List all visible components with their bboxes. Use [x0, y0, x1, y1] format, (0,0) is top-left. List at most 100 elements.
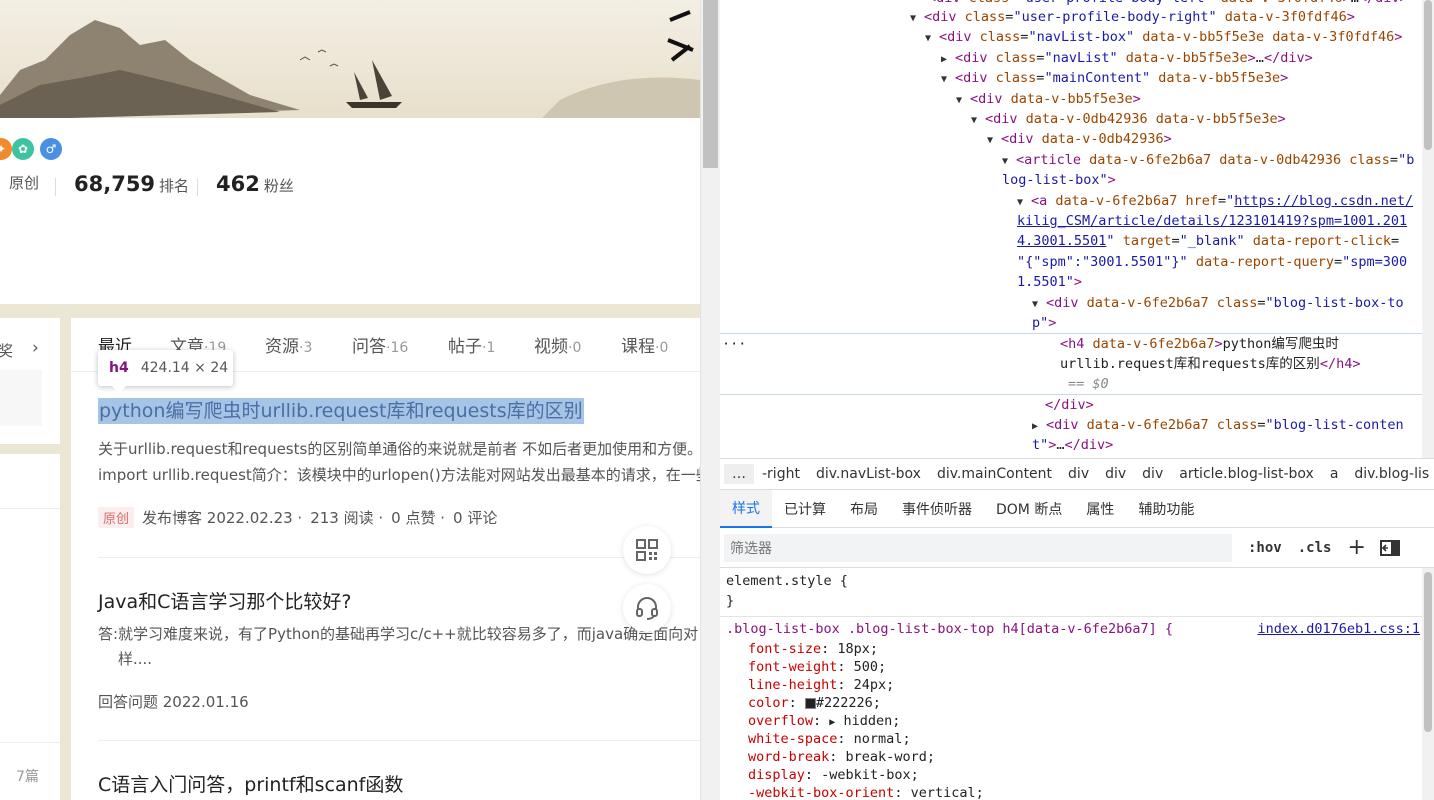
breadcrumb-item[interactable]: div — [1134, 466, 1171, 482]
breadcrumb-item[interactable]: article.blog-list-box — [1171, 466, 1322, 482]
breadcrumb-item[interactable]: div.navList-box — [808, 466, 929, 482]
new-rule-plus-icon[interactable]: + — [1347, 535, 1365, 560]
sidebar-card: 7篇 — [0, 454, 60, 800]
dom-node: 4.3001.5501" target="_blank" data-report… — [1017, 233, 1400, 249]
rule-close: } — [726, 593, 735, 609]
tab-accessibility[interactable]: 辅助功能 — [1126, 490, 1206, 528]
divider — [720, 616, 1422, 617]
article-summary: 关于urllib.request和requests的区别简单通俗的来说就是前者 … — [98, 440, 700, 458]
sidebar-card-label: 奖 — [0, 342, 14, 360]
tab-courses[interactable]: 课程·0 — [621, 332, 668, 357]
dom-node: t">…</div> — [1032, 437, 1114, 453]
css-property[interactable]: white-space: normal; — [748, 730, 911, 749]
article-meta: 回答问题 2022.01.16 — [98, 691, 249, 712]
css-property[interactable]: color: #222226; — [748, 694, 881, 713]
member-badge-icon: ✿ — [12, 138, 34, 160]
breadcrumb-item[interactable]: div — [1060, 466, 1097, 482]
dom-node: p"> — [1032, 315, 1057, 331]
h4-text-line: urllib.request库和requests库的区别</h4> — [1060, 356, 1361, 372]
gender-male-icon: ♂ — [40, 138, 62, 160]
toggle-sidebar-icon[interactable] — [1379, 539, 1400, 556]
dom-node[interactable]: ▼ <div data-v-0db42936> — [987, 129, 1172, 152]
h4-open-line: <h4 data-v-6fe2b6a7>python编写爬虫时 — [1060, 336, 1339, 352]
stat-rank: 68,759 排名 — [74, 172, 190, 196]
breadcrumb-item[interactable]: -right — [754, 466, 808, 482]
css-rule-selector[interactable]: .blog-list-box .blog-list-box-top h4[dat… — [726, 620, 1173, 639]
tab-event-listeners[interactable]: 事件侦听器 — [890, 490, 984, 528]
qrcode-icon — [636, 539, 658, 561]
css-property[interactable]: -webkit-box-orient: vertical; — [748, 784, 984, 800]
expand-triangle-icon[interactable]: ▶ — [829, 717, 835, 728]
customer-service-button[interactable] — [623, 584, 671, 632]
qrcode-button[interactable] — [623, 526, 671, 574]
article-title[interactable]: Java和C语言学习那个比较好? — [98, 587, 352, 614]
sidebar-card: 奖 › — [0, 318, 60, 444]
tab-properties[interactable]: 属性 — [1074, 490, 1126, 528]
css-property[interactable]: word-break: break-word; — [748, 748, 935, 767]
color-swatch[interactable] — [804, 697, 816, 709]
breadcrumb-more[interactable]: … — [724, 464, 754, 484]
styles-panel-tabs: 样式 已计算 布局 事件侦听器 DOM 断点 属性 辅助功能 — [720, 489, 1434, 528]
breadcrumb-item[interactable]: div.mainContent — [929, 466, 1060, 482]
tooltip-dimensions: 424.14 × 24 — [140, 360, 229, 376]
dom-node: kilig_CSM/article/details/123101419?spm=… — [1017, 213, 1408, 229]
tab-computed[interactable]: 已计算 — [772, 490, 838, 528]
dom-node: </div> — [1045, 397, 1094, 413]
breadcrumb-item[interactable]: div — [1097, 466, 1134, 482]
console-ref: == $0 — [1068, 376, 1109, 392]
breadcrumb-item[interactable]: div.blog-lis — [1346, 466, 1434, 482]
stylesheet-source-link[interactable]: index.d0176eb1.css:1 — [1257, 620, 1420, 639]
tab-qa[interactable]: 问答·16 — [352, 332, 408, 357]
devtools-panel: <div class="user-profile-body-left" data… — [720, 0, 1434, 800]
dom-node[interactable]: ▼ <div data-v-6fe2b6a7 class="blog-list-b… — [1032, 293, 1404, 316]
styles-filter-input[interactable] — [724, 533, 1232, 562]
css-property[interactable]: line-height: 24px; — [748, 676, 894, 695]
publish-date: 发布博客 2022.02.23 · — [142, 509, 303, 527]
css-property[interactable]: font-size: 18px; — [748, 640, 878, 659]
tab-dom-breakpoints[interactable]: DOM 断点 — [984, 490, 1074, 528]
hov-button[interactable]: :hov — [1248, 540, 1282, 556]
original-badge: 原创 — [98, 507, 135, 528]
article-summary: import urllib.request简介：该模块中的urlopen()方法… — [98, 466, 700, 484]
sidebar-count: 7篇 — [16, 769, 39, 785]
divider — [98, 740, 700, 741]
selected-dom-node[interactable]: ··· <h4 data-v-6fe2b6a7>python编写爬虫时 urll… — [720, 333, 1422, 395]
inspect-tooltip: h4 424.14 × 24 — [98, 350, 233, 393]
tab-resources[interactable]: 资源·3 — [265, 332, 312, 357]
stat-fans: 462 粉丝 — [216, 172, 294, 196]
comment-count: 0 评论 — [453, 509, 498, 527]
tab-videos[interactable]: 视频·0 — [534, 332, 581, 357]
stat-original: 原创 — [9, 174, 40, 192]
styles-scrollbar[interactable] — [1422, 568, 1434, 800]
answer-summary: 答:就学习难度来说，有了Python的基础再学习c/c++就比较容易多了，而ja… — [98, 625, 699, 643]
main-content: 最近 文章·19 资源·3 问答·16 帖子·1 视频·0 课程·0 — [71, 318, 700, 800]
elements-scrollbar[interactable] — [1422, 0, 1434, 458]
page-scrollbar[interactable] — [700, 0, 720, 800]
more-options-icon[interactable]: ··· — [722, 334, 746, 355]
article-meta: 原创 发布博客 2022.02.23 · 213 阅读 · 0 点赞 · 0 评… — [98, 507, 497, 528]
article-title[interactable]: C语言入门问答，printf和scanf函数 — [98, 770, 403, 797]
breadcrumb: … -right div.navList-box div.mainContent… — [720, 458, 1434, 490]
tab-styles[interactable]: 样式 — [720, 489, 772, 528]
element-style-rule[interactable]: element.style { — [726, 572, 848, 591]
like-count: 0 点赞 · — [391, 509, 446, 527]
sidebar-card-body — [0, 370, 42, 426]
breadcrumb-item[interactable]: a — [1322, 466, 1347, 482]
scrollbar-thumb[interactable] — [703, 0, 718, 168]
chevron-right-icon[interactable]: › — [32, 338, 39, 358]
tab-layout[interactable]: 布局 — [838, 490, 890, 528]
dom-node: log-list-box"> — [1002, 172, 1116, 188]
dom-node[interactable]: ▼ <div class="navList-box" data-v-bb5f5e3… — [925, 27, 1402, 50]
dom-node[interactable]: ▼ <div class="mainContent" data-v-bb5f5e3… — [941, 68, 1288, 91]
cls-button[interactable]: .cls — [1298, 540, 1332, 556]
tab-posts[interactable]: 帖子·1 — [448, 332, 495, 357]
css-property[interactable]: display: -webkit-box; — [748, 766, 919, 785]
divider — [0, 742, 60, 743]
stat-divider — [197, 178, 198, 196]
article-title[interactable]: python编写爬虫时urllib.request库和requests库的区别 — [98, 398, 584, 424]
scrollbar-thumb[interactable] — [1424, 572, 1432, 732]
left-sidebar: 奖 › 7篇 — [0, 318, 60, 800]
scrollbar-thumb[interactable] — [1424, 0, 1432, 150]
css-property[interactable]: font-weight: 500; — [748, 658, 886, 677]
profile-banner — [0, 0, 700, 120]
